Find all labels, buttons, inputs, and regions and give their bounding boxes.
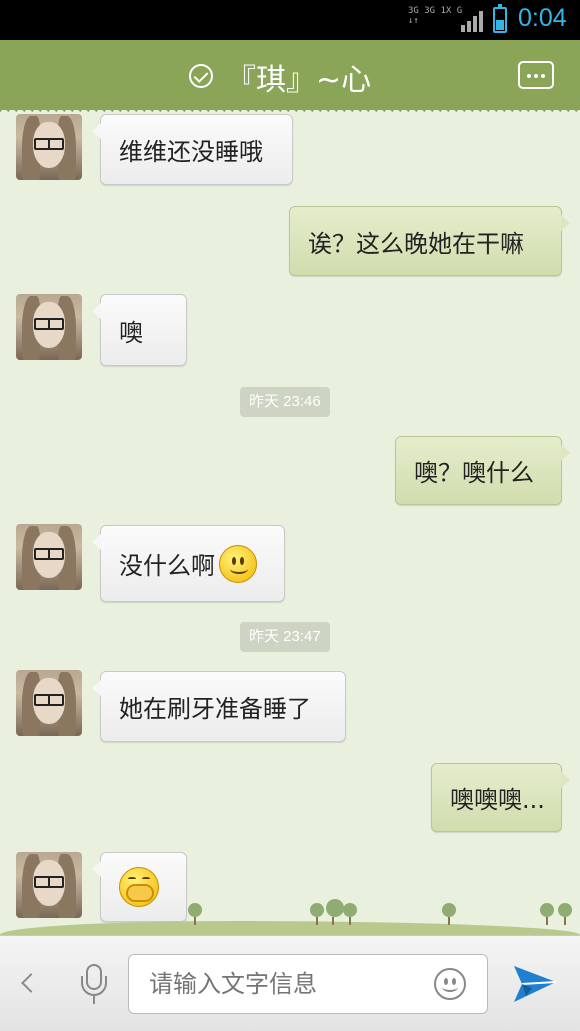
message-text: 没什么啊 [119, 552, 215, 580]
contact-avatar[interactable] [16, 294, 82, 360]
smiley-icon[interactable] [434, 968, 466, 1000]
clock: 0:04 [518, 4, 567, 32]
message-text: 诶？这么晚她在干嘛 [308, 229, 524, 258]
sent-message-bubble[interactable]: 诶？这么晚她在干嘛 [289, 206, 570, 276]
received-message-bubble[interactable]: 没什么啊 [92, 525, 285, 602]
received-message-bubble[interactable]: 维维还没睡哦 [92, 114, 293, 185]
message-text: 噢？噢什么 [414, 459, 534, 487]
header-edge-decoration [0, 104, 580, 112]
sent-message-bubble[interactable]: 噢噢噢... [431, 763, 570, 832]
more-options-button[interactable] [518, 61, 554, 89]
network-indicator: 3G 3G 1X G ↓↑ [408, 6, 468, 34]
input-bar [0, 935, 580, 1031]
received-message-bubble[interactable]: 她在刷牙准备睡了 [92, 671, 346, 742]
message-timestamp: 昨天 23:46 [240, 387, 330, 417]
signal-icon [461, 11, 483, 32]
shy-emoji-icon [119, 867, 159, 907]
more-dots-icon [527, 74, 531, 78]
battery-icon [493, 4, 507, 33]
smile-emoji-icon [219, 544, 257, 583]
message-text: 她在刷牙准备睡了 [119, 695, 311, 723]
contact-avatar[interactable] [16, 524, 82, 590]
chevron-left-icon[interactable] [14, 966, 42, 1002]
contact-avatar[interactable] [16, 670, 82, 736]
microphone-icon[interactable] [78, 962, 110, 1006]
paper-plane-icon[interactable] [512, 962, 558, 1006]
verified-check-icon [189, 64, 213, 88]
network-types: 3G 3G 1X G [408, 6, 463, 16]
message-text: 噢 [119, 318, 143, 347]
background-scenery [0, 899, 580, 935]
contact-avatar[interactable] [16, 114, 82, 180]
received-message-bubble[interactable]: 噢 [92, 294, 187, 366]
chat-title[interactable]: 『琪』~心 [226, 55, 371, 99]
data-activity: ↓↑ [408, 16, 419, 26]
status-bar: 3G 3G 1X G ↓↑ 0:04 [0, 0, 580, 40]
message-timestamp: 昨天 23:47 [240, 622, 330, 652]
message-text: 噢噢噢... [450, 786, 545, 814]
message-text: 维维还没睡哦 [119, 138, 263, 166]
sent-message-bubble[interactable]: 噢？噢什么 [395, 436, 570, 505]
